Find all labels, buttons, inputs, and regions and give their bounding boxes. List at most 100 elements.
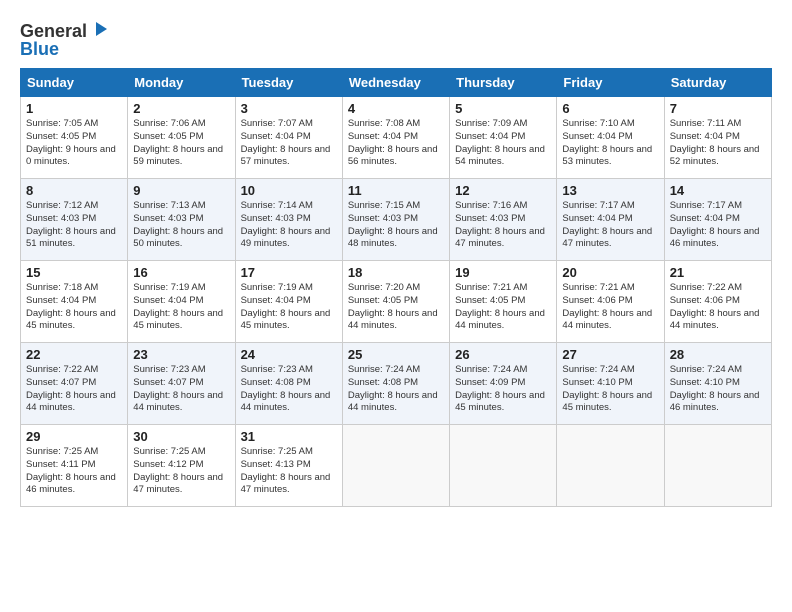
day-sunrise: Sunrise: 7:13 AM	[133, 200, 205, 211]
calendar-day-cell: 22 Sunrise: 7:22 AM Sunset: 4:07 PM Dayl…	[21, 343, 128, 425]
day-number: 2	[133, 101, 229, 116]
day-daylight: Daylight: 8 hours and 46 minutes.	[26, 472, 116, 496]
day-header-saturday: Saturday	[664, 69, 771, 97]
calendar-day-cell: 20 Sunrise: 7:21 AM Sunset: 4:06 PM Dayl…	[557, 261, 664, 343]
day-sunrise: Sunrise: 7:23 AM	[133, 364, 205, 375]
calendar-day-cell: 28 Sunrise: 7:24 AM Sunset: 4:10 PM Dayl…	[664, 343, 771, 425]
day-sunset: Sunset: 4:05 PM	[133, 131, 203, 142]
day-daylight: Daylight: 8 hours and 48 minutes.	[348, 226, 438, 250]
day-daylight: Daylight: 8 hours and 57 minutes.	[241, 144, 331, 168]
day-sunset: Sunset: 4:04 PM	[670, 213, 740, 224]
day-sunrise: Sunrise: 7:23 AM	[241, 364, 313, 375]
day-daylight: Daylight: 8 hours and 45 minutes.	[241, 308, 331, 332]
day-daylight: Daylight: 8 hours and 45 minutes.	[562, 390, 652, 414]
logo: General Blue	[20, 20, 109, 60]
page-header: General Blue	[20, 20, 772, 60]
day-daylight: Daylight: 8 hours and 45 minutes.	[455, 390, 545, 414]
calendar-day-cell: 31 Sunrise: 7:25 AM Sunset: 4:13 PM Dayl…	[235, 425, 342, 507]
day-header-row: SundayMondayTuesdayWednesdayThursdayFrid…	[21, 69, 772, 97]
day-number: 3	[241, 101, 337, 116]
day-header-monday: Monday	[128, 69, 235, 97]
day-daylight: Daylight: 8 hours and 49 minutes.	[241, 226, 331, 250]
day-sunset: Sunset: 4:03 PM	[455, 213, 525, 224]
day-sunrise: Sunrise: 7:21 AM	[562, 282, 634, 293]
day-sunrise: Sunrise: 7:15 AM	[348, 200, 420, 211]
day-sunset: Sunset: 4:03 PM	[241, 213, 311, 224]
day-sunrise: Sunrise: 7:24 AM	[455, 364, 527, 375]
calendar-day-cell: 23 Sunrise: 7:23 AM Sunset: 4:07 PM Dayl…	[128, 343, 235, 425]
calendar-day-cell	[450, 425, 557, 507]
calendar-day-cell: 25 Sunrise: 7:24 AM Sunset: 4:08 PM Dayl…	[342, 343, 449, 425]
day-sunrise: Sunrise: 7:07 AM	[241, 118, 313, 129]
day-sunset: Sunset: 4:06 PM	[670, 295, 740, 306]
day-number: 9	[133, 183, 229, 198]
calendar-day-cell: 9 Sunrise: 7:13 AM Sunset: 4:03 PM Dayli…	[128, 179, 235, 261]
day-number: 17	[241, 265, 337, 280]
day-sunrise: Sunrise: 7:25 AM	[26, 446, 98, 457]
calendar-day-cell: 7 Sunrise: 7:11 AM Sunset: 4:04 PM Dayli…	[664, 97, 771, 179]
day-sunrise: Sunrise: 7:21 AM	[455, 282, 527, 293]
calendar-day-cell: 21 Sunrise: 7:22 AM Sunset: 4:06 PM Dayl…	[664, 261, 771, 343]
calendar-day-cell: 19 Sunrise: 7:21 AM Sunset: 4:05 PM Dayl…	[450, 261, 557, 343]
day-daylight: Daylight: 8 hours and 44 minutes.	[241, 390, 331, 414]
calendar-week-row: 29 Sunrise: 7:25 AM Sunset: 4:11 PM Dayl…	[21, 425, 772, 507]
calendar-day-cell	[557, 425, 664, 507]
day-sunrise: Sunrise: 7:24 AM	[348, 364, 420, 375]
calendar-day-cell	[664, 425, 771, 507]
day-daylight: Daylight: 9 hours and 0 minutes.	[26, 144, 116, 168]
day-sunrise: Sunrise: 7:25 AM	[133, 446, 205, 457]
calendar-day-cell: 12 Sunrise: 7:16 AM Sunset: 4:03 PM Dayl…	[450, 179, 557, 261]
calendar-day-cell: 17 Sunrise: 7:19 AM Sunset: 4:04 PM Dayl…	[235, 261, 342, 343]
calendar-day-cell: 15 Sunrise: 7:18 AM Sunset: 4:04 PM Dayl…	[21, 261, 128, 343]
day-daylight: Daylight: 8 hours and 51 minutes.	[26, 226, 116, 250]
day-sunset: Sunset: 4:04 PM	[562, 131, 632, 142]
calendar-day-cell: 3 Sunrise: 7:07 AM Sunset: 4:04 PM Dayli…	[235, 97, 342, 179]
day-number: 27	[562, 347, 658, 362]
day-sunset: Sunset: 4:04 PM	[26, 295, 96, 306]
day-daylight: Daylight: 8 hours and 45 minutes.	[133, 308, 223, 332]
day-sunset: Sunset: 4:05 PM	[455, 295, 525, 306]
day-daylight: Daylight: 8 hours and 52 minutes.	[670, 144, 760, 168]
day-number: 23	[133, 347, 229, 362]
day-daylight: Daylight: 8 hours and 45 minutes.	[26, 308, 116, 332]
day-sunrise: Sunrise: 7:25 AM	[241, 446, 313, 457]
day-daylight: Daylight: 8 hours and 50 minutes.	[133, 226, 223, 250]
calendar-day-cell: 29 Sunrise: 7:25 AM Sunset: 4:11 PM Dayl…	[21, 425, 128, 507]
day-header-tuesday: Tuesday	[235, 69, 342, 97]
day-sunrise: Sunrise: 7:20 AM	[348, 282, 420, 293]
calendar-week-row: 22 Sunrise: 7:22 AM Sunset: 4:07 PM Dayl…	[21, 343, 772, 425]
day-sunrise: Sunrise: 7:19 AM	[133, 282, 205, 293]
calendar-week-row: 15 Sunrise: 7:18 AM Sunset: 4:04 PM Dayl…	[21, 261, 772, 343]
day-number: 1	[26, 101, 122, 116]
day-sunrise: Sunrise: 7:24 AM	[670, 364, 742, 375]
calendar-day-cell: 10 Sunrise: 7:14 AM Sunset: 4:03 PM Dayl…	[235, 179, 342, 261]
calendar-day-cell: 16 Sunrise: 7:19 AM Sunset: 4:04 PM Dayl…	[128, 261, 235, 343]
day-number: 6	[562, 101, 658, 116]
day-sunset: Sunset: 4:12 PM	[133, 459, 203, 470]
calendar-day-cell: 8 Sunrise: 7:12 AM Sunset: 4:03 PM Dayli…	[21, 179, 128, 261]
day-sunset: Sunset: 4:04 PM	[562, 213, 632, 224]
day-number: 30	[133, 429, 229, 444]
day-number: 20	[562, 265, 658, 280]
calendar-day-cell	[342, 425, 449, 507]
day-number: 8	[26, 183, 122, 198]
day-sunrise: Sunrise: 7:14 AM	[241, 200, 313, 211]
day-sunset: Sunset: 4:13 PM	[241, 459, 311, 470]
day-header-friday: Friday	[557, 69, 664, 97]
day-sunset: Sunset: 4:10 PM	[562, 377, 632, 388]
day-number: 16	[133, 265, 229, 280]
day-sunrise: Sunrise: 7:06 AM	[133, 118, 205, 129]
day-sunset: Sunset: 4:07 PM	[26, 377, 96, 388]
calendar-day-cell: 4 Sunrise: 7:08 AM Sunset: 4:04 PM Dayli…	[342, 97, 449, 179]
day-number: 24	[241, 347, 337, 362]
day-number: 19	[455, 265, 551, 280]
day-daylight: Daylight: 8 hours and 46 minutes.	[670, 390, 760, 414]
day-number: 18	[348, 265, 444, 280]
calendar-day-cell: 18 Sunrise: 7:20 AM Sunset: 4:05 PM Dayl…	[342, 261, 449, 343]
calendar-day-cell: 13 Sunrise: 7:17 AM Sunset: 4:04 PM Dayl…	[557, 179, 664, 261]
day-number: 11	[348, 183, 444, 198]
day-sunset: Sunset: 4:04 PM	[348, 131, 418, 142]
day-number: 31	[241, 429, 337, 444]
day-sunset: Sunset: 4:08 PM	[241, 377, 311, 388]
day-sunrise: Sunrise: 7:12 AM	[26, 200, 98, 211]
